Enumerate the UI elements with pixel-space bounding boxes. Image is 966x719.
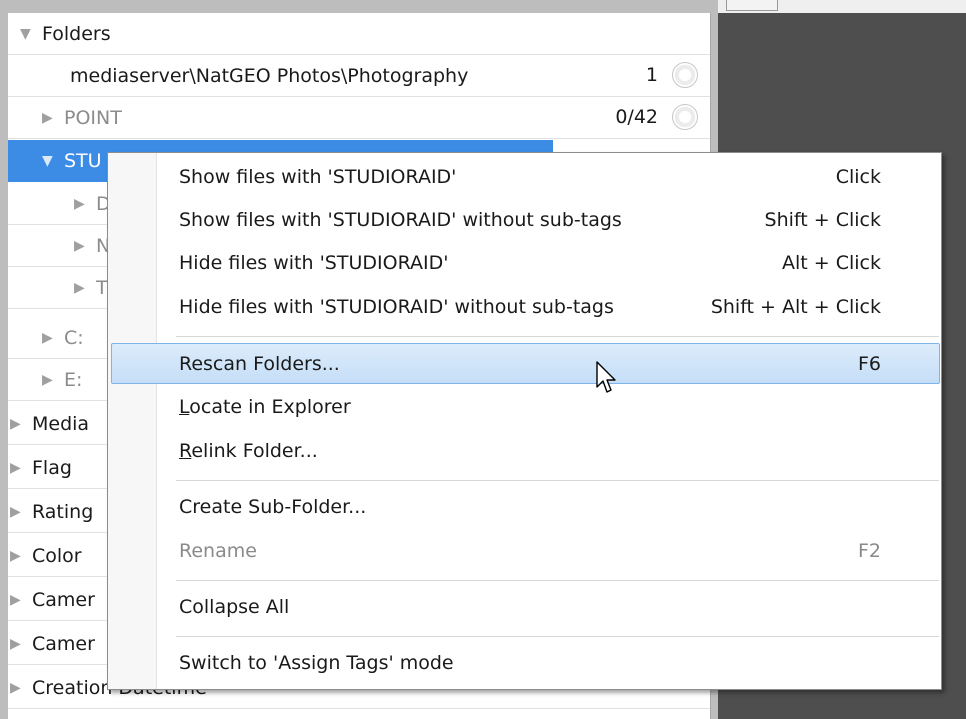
menu-item-relink-folder[interactable]: Relink Folder...: [111, 431, 940, 472]
section-label: Camer: [32, 632, 95, 655]
filter-toggle-icon[interactable]: [672, 104, 698, 130]
menu-item-label: Switch to 'Assign Tags' mode: [179, 652, 454, 674]
section-label: Camer: [32, 588, 95, 611]
file-count: 1: [645, 64, 658, 86]
tree-row-label: T: [96, 276, 108, 299]
collapsed-triangle-icon[interactable]: ▶: [74, 280, 96, 296]
tree-row-label: E:: [64, 368, 83, 391]
menu-separator: [176, 580, 939, 581]
expand-triangle-icon[interactable]: ▼: [42, 153, 64, 169]
menu-item-label: Rescan Folders...: [179, 353, 340, 375]
collapsed-triangle-icon[interactable]: ▶: [10, 416, 32, 432]
menu-item-label: Create Sub-Folder...: [179, 496, 367, 518]
menu-item-label: Hide files with 'STUDIORAID' without sub…: [179, 296, 614, 318]
collapsed-triangle-icon[interactable]: ▶: [10, 592, 32, 608]
tree-row-label: POINT: [64, 106, 122, 129]
collapsed-triangle-icon[interactable]: ▶: [10, 636, 32, 652]
tree-row-point[interactable]: ▶ POINT 0/42: [8, 97, 710, 139]
menu-item-hide-files[interactable]: Hide files with 'STUDIORAID' Alt + Click: [111, 243, 940, 284]
collapsed-triangle-icon[interactable]: ▶: [42, 372, 64, 388]
tree-row-label: mediaserver\NatGEO Photos\Photography: [70, 64, 469, 87]
menu-item-switch-to-assign-tags[interactable]: Switch to 'Assign Tags' mode: [111, 643, 940, 684]
menu-item-label-rest: ocate in Explorer: [189, 396, 351, 418]
menu-item-collapse-all[interactable]: Collapse All: [111, 587, 940, 628]
collapsed-triangle-icon[interactable]: ▶: [10, 460, 32, 476]
file-count: 0/42: [615, 106, 658, 128]
context-menu: Show files with 'STUDIORAID' Click Show …: [107, 152, 942, 690]
section-label: Media: [32, 412, 90, 435]
tree-row-label: C:: [64, 326, 84, 349]
menu-item-label: Show files with 'STUDIORAID': [179, 166, 457, 188]
menu-separator: [176, 636, 939, 637]
folders-section-header[interactable]: ▼ Folders: [8, 13, 710, 55]
menu-item-rename: Rename F2: [111, 531, 940, 572]
menu-item-hide-files-without-subtags[interactable]: Hide files with 'STUDIORAID' without sub…: [111, 287, 940, 328]
menu-item-shortcut: Click: [835, 166, 881, 188]
menu-item-label-rest: elink Folder...: [191, 440, 318, 462]
menu-item-shortcut: F2: [857, 540, 881, 562]
top-strip-button[interactable]: [726, 0, 778, 11]
expand-triangle-icon[interactable]: ▼: [20, 26, 42, 42]
section-label: Flag: [32, 456, 72, 479]
menu-separator: [176, 336, 939, 337]
tree-row-mediaserver[interactable]: mediaserver\NatGEO Photos\Photography 1: [8, 55, 710, 97]
collapsed-triangle-icon[interactable]: ▶: [42, 330, 64, 346]
menu-item-label: Rename: [179, 540, 257, 562]
menu-item-show-files[interactable]: Show files with 'STUDIORAID' Click: [111, 157, 940, 198]
mnemonic-letter: R: [179, 440, 192, 462]
menu-item-shortcut: F6: [857, 353, 881, 375]
menu-item-label: Locate in Explorer: [179, 387, 351, 428]
collapsed-triangle-icon[interactable]: ▶: [74, 238, 96, 254]
collapsed-triangle-icon[interactable]: ▶: [74, 196, 96, 212]
menu-item-label: Collapse All: [179, 596, 290, 618]
filter-toggle-icon[interactable]: [672, 62, 698, 88]
tree-row-label: STU: [64, 150, 102, 172]
collapsed-triangle-icon[interactable]: ▶: [10, 504, 32, 520]
menu-item-create-sub-folder[interactable]: Create Sub-Folder...: [111, 487, 940, 528]
menu-item-shortcut: Alt + Click: [782, 252, 881, 274]
menu-item-rescan-folders[interactable]: Rescan Folders... F6: [111, 343, 940, 384]
folders-header-label: Folders: [42, 22, 111, 45]
collapsed-triangle-icon[interactable]: ▶: [10, 680, 32, 696]
menu-item-locate-in-explorer[interactable]: Locate in Explorer: [111, 387, 940, 428]
collapsed-triangle-icon[interactable]: ▶: [10, 548, 32, 564]
menu-separator: [176, 480, 939, 481]
menu-item-shortcut: Shift + Alt + Click: [710, 296, 881, 318]
mouse-pointer-icon: [596, 361, 618, 400]
menu-item-shortcut: Shift + Click: [764, 209, 881, 231]
mnemonic-letter: L: [179, 396, 190, 418]
menu-item-show-files-without-subtags[interactable]: Show files with 'STUDIORAID' without sub…: [111, 200, 940, 241]
collapsed-triangle-icon[interactable]: ▶: [42, 110, 64, 126]
section-label: Rating: [32, 500, 94, 523]
menu-item-label: Hide files with 'STUDIORAID': [179, 252, 449, 274]
menu-item-label: Relink Folder...: [179, 431, 318, 472]
menu-item-label: Show files with 'STUDIORAID' without sub…: [179, 209, 622, 231]
section-label: Color: [32, 544, 82, 567]
